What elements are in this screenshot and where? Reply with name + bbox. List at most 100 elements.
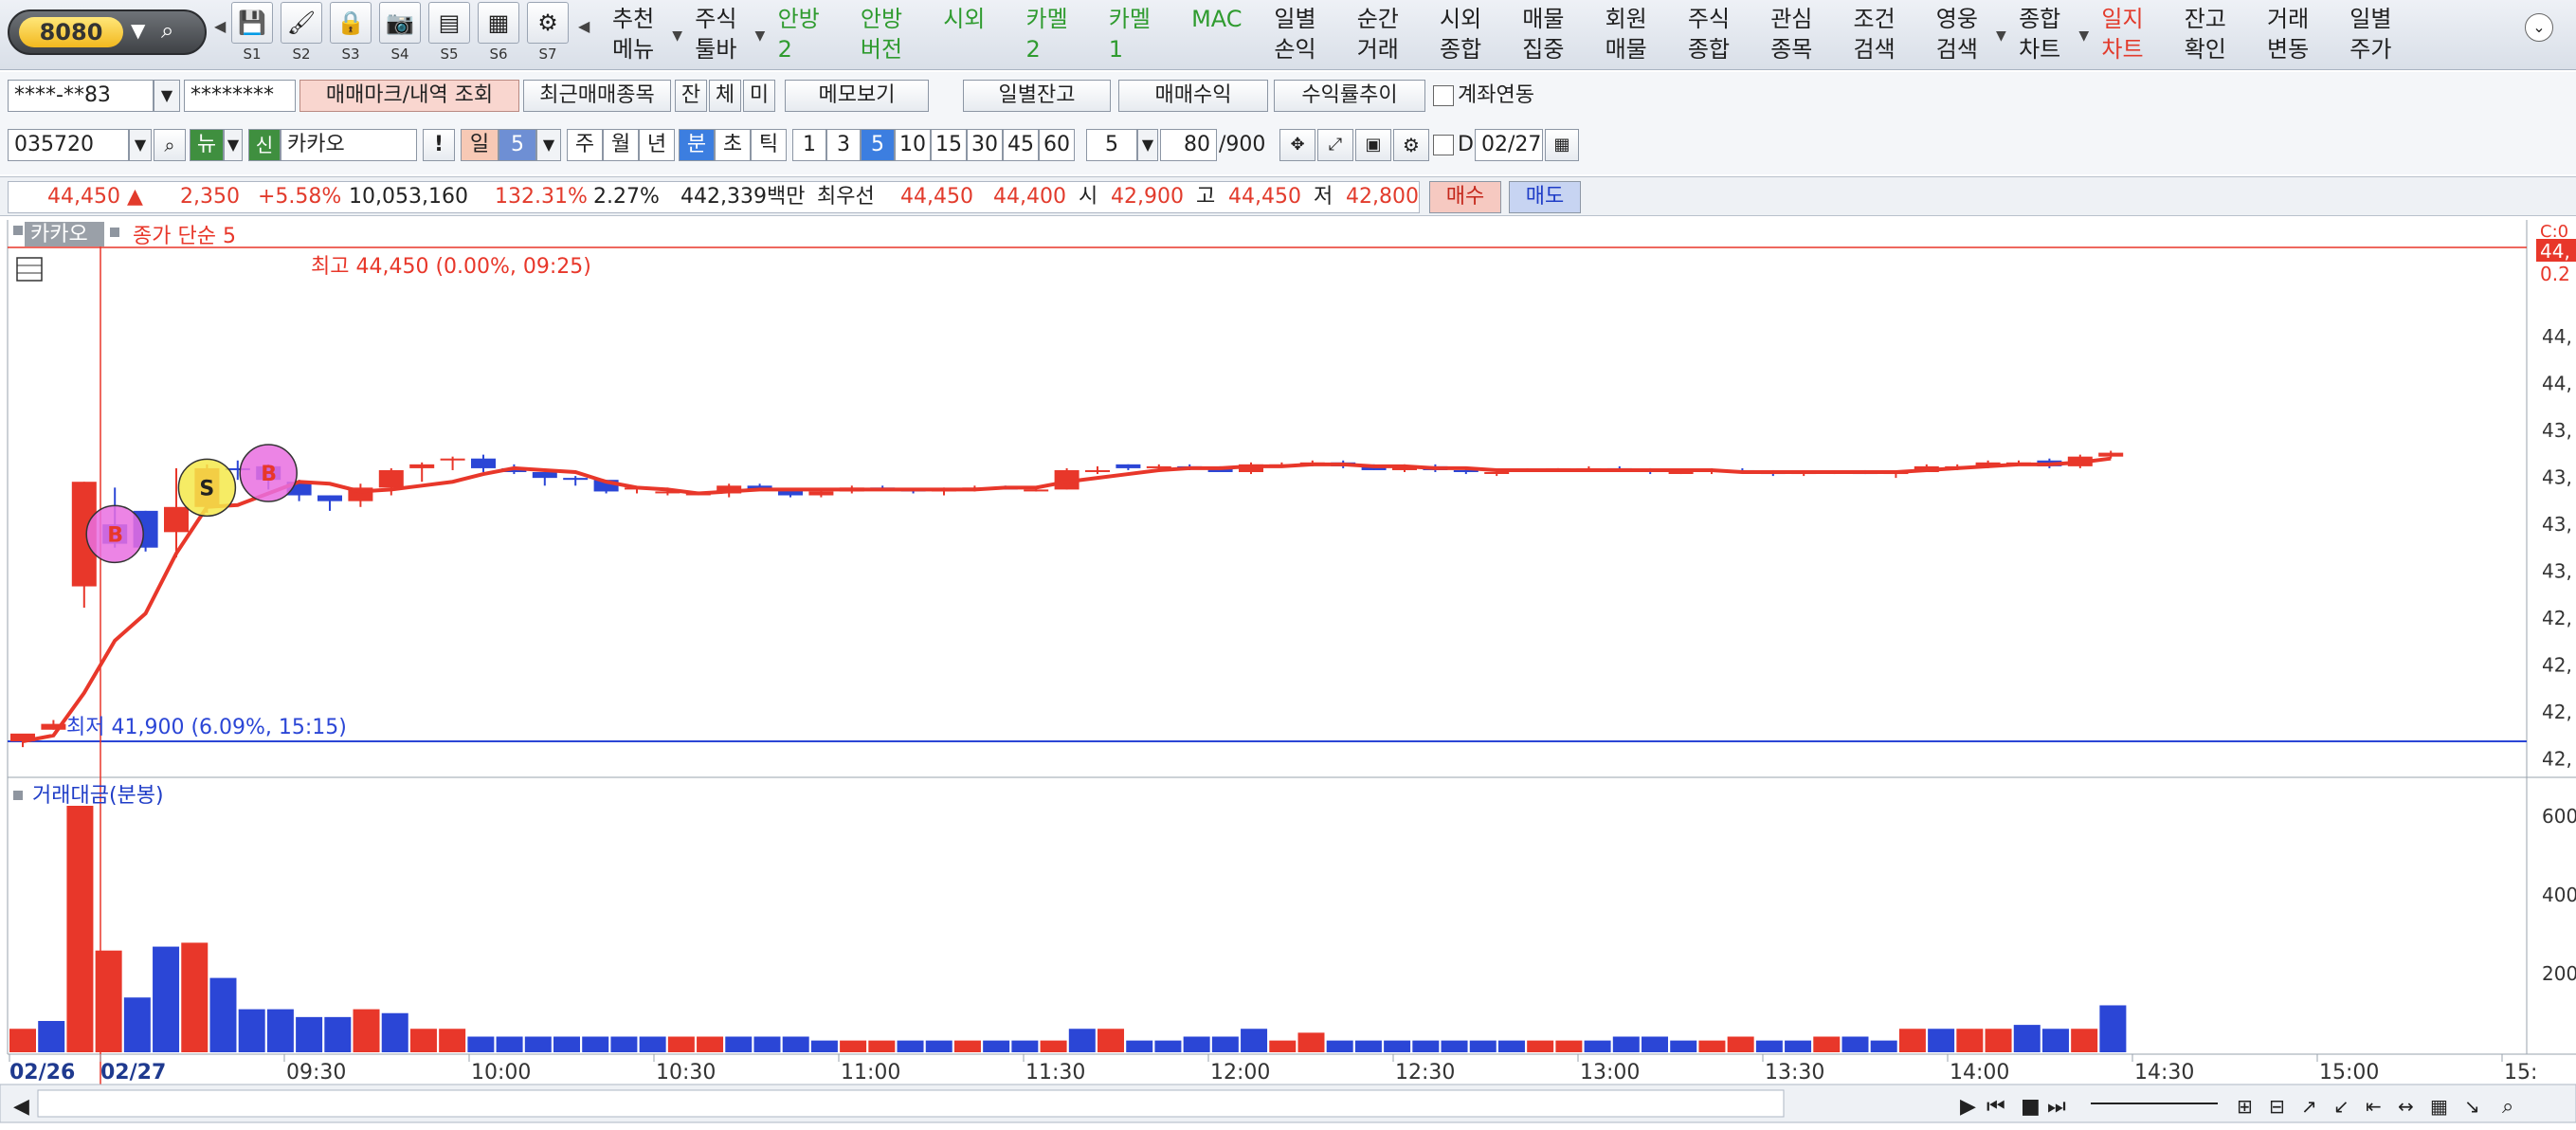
menu-item[interactable]: 잔고 확인: [2185, 0, 2259, 68]
draw-icon[interactable]: ↘: [2464, 1095, 2480, 1118]
chevron-left-icon[interactable]: ◀: [214, 17, 226, 35]
warning-icon[interactable]: !: [423, 129, 455, 161]
period-second-button[interactable]: 초: [715, 129, 751, 161]
scroll-left-icon[interactable]: ◀: [13, 1095, 29, 1119]
day-count-field[interactable]: 5: [499, 129, 536, 161]
lock-icon[interactable]: 🔒: [330, 2, 372, 44]
chevron-left-icon[interactable]: ◀: [578, 17, 590, 35]
crosshair-icon[interactable]: ✥: [1279, 129, 1315, 161]
trade-mark-button[interactable]: 매매마크/내역 조회: [299, 80, 519, 112]
menu-item[interactable]: 순간 거래: [1357, 0, 1431, 68]
period-month-button[interactable]: 월: [603, 129, 639, 161]
chart-area[interactable]: 02/26 02/27 09:30 10:00 10:30 11:00 11:30 12:00…: [0, 220, 2576, 1130]
sell-button[interactable]: 매도: [1509, 181, 1581, 213]
sell-marker[interactable]: S: [177, 458, 237, 518]
chevron-down-icon[interactable]: ⌄: [2525, 13, 2553, 42]
zoom-icon[interactable]: ⤢: [1317, 129, 1353, 161]
date-checkbox[interactable]: [1433, 135, 1454, 155]
menu-item[interactable]: 매물 집중: [1522, 0, 1596, 68]
period-year-button[interactable]: 년: [639, 129, 675, 161]
minute-option-10[interactable]: 10: [895, 129, 931, 161]
menu-item[interactable]: 관심 종목: [1770, 0, 1844, 68]
minute-option-45[interactable]: 45: [1003, 129, 1039, 161]
stock-code-input[interactable]: 035720: [8, 129, 129, 161]
stock-name-field[interactable]: 카카오: [281, 129, 417, 161]
period-day-button[interactable]: 일: [461, 129, 499, 161]
period-tick-button[interactable]: 틱: [751, 129, 787, 161]
minute-option-30[interactable]: 30: [967, 129, 1003, 161]
buy-marker[interactable]: B: [239, 444, 298, 502]
menu-item[interactable]: 조건 검색: [1854, 0, 1928, 68]
scroll-track[interactable]: [37, 1089, 1785, 1118]
menu-item[interactable]: 안방 2: [778, 0, 852, 68]
return-trend-button[interactable]: 수익률추이: [1274, 80, 1425, 112]
minute-option-3[interactable]: 3: [826, 129, 861, 161]
notepad-icon[interactable]: ▤: [428, 2, 470, 44]
menu-item[interactable]: 일별 손익: [1274, 0, 1348, 68]
minute-select[interactable]: 5: [1086, 129, 1137, 161]
balance-button[interactable]: 잔: [675, 80, 707, 112]
menu-item[interactable]: 주식 툴바 ▼: [695, 0, 769, 68]
calendar-icon[interactable]: ▦: [1545, 129, 1579, 161]
grid-icon[interactable]: ▦: [2430, 1095, 2448, 1118]
forward-icon[interactable]: ⏭: [2047, 1095, 2066, 1119]
volume-panel-handle[interactable]: [13, 791, 23, 800]
executed-button[interactable]: 체: [709, 80, 741, 112]
chevron-down-icon[interactable]: ▼: [224, 129, 243, 161]
period-minute-button[interactable]: 분: [679, 129, 715, 161]
stop-icon[interactable]: ■: [2021, 1095, 2041, 1119]
unfilled-button[interactable]: 미: [743, 80, 775, 112]
chevron-down-icon[interactable]: ▼: [1137, 129, 1158, 161]
news-badge[interactable]: 뉴: [190, 129, 224, 161]
minute-option-15[interactable]: 15: [931, 129, 967, 161]
menu-item[interactable]: 시외: [943, 0, 1017, 68]
chevron-down-icon[interactable]: ▼: [536, 129, 561, 161]
line-tool-icon[interactable]: ↙: [2333, 1095, 2349, 1118]
count-input[interactable]: 80: [1160, 129, 1217, 161]
rewind-icon[interactable]: ⏮: [1986, 1095, 2005, 1119]
chevron-down-icon[interactable]: ▼: [154, 80, 180, 112]
menu-item[interactable]: 카멜 2: [1026, 0, 1100, 68]
measure-icon[interactable]: ↔: [2398, 1095, 2414, 1118]
brush-icon[interactable]: 🖌: [281, 2, 322, 44]
save-icon[interactable]: 💾: [231, 2, 273, 44]
layout-icon[interactable]: ⊞: [2237, 1095, 2253, 1118]
panel-handle[interactable]: [13, 226, 23, 235]
minute-option-60[interactable]: 60: [1039, 129, 1075, 161]
menu-item[interactable]: 추천 메뉴 ▼: [612, 0, 686, 68]
menu-item[interactable]: 일별 주가: [2349, 0, 2423, 68]
chevron-down-icon[interactable]: ▼: [129, 129, 152, 161]
recent-trades-button[interactable]: 최근매매종목: [523, 80, 671, 112]
date-input[interactable]: 02/27: [1475, 129, 1543, 161]
menu-item[interactable]: 종합 차트 ▼: [2019, 0, 2093, 68]
menu-item[interactable]: 일지 차트: [2101, 0, 2175, 68]
password-field[interactable]: ********: [184, 80, 296, 112]
scroll-right-icon[interactable]: ▶: [1960, 1095, 1976, 1119]
menu-item[interactable]: 시외 종합: [1440, 0, 1514, 68]
account-selector[interactable]: 8080 ▼ ⌕: [8, 9, 207, 55]
menu-item[interactable]: MAC: [1191, 0, 1265, 68]
menu-item[interactable]: 회원 매물: [1605, 0, 1679, 68]
link-account-checkbox[interactable]: [1433, 85, 1454, 106]
menu-item[interactable]: 영웅 검색 ▼: [1936, 0, 2010, 68]
camera-icon[interactable]: 📷: [379, 2, 421, 44]
minute-option-1[interactable]: 1: [792, 129, 826, 161]
gear-icon[interactable]: ⚙: [1393, 129, 1429, 161]
save-icon[interactable]: ▣: [1355, 129, 1391, 161]
gear-icon[interactable]: ⚙: [527, 2, 569, 44]
search-icon[interactable]: ⌕: [161, 17, 173, 44]
account-number[interactable]: ****-**83: [8, 80, 154, 112]
split-icon[interactable]: ⊟: [2269, 1095, 2285, 1118]
grid-icon[interactable]: ▦: [478, 2, 519, 44]
search-icon[interactable]: ⌕: [2502, 1095, 2513, 1119]
arrow-tool-icon[interactable]: ↗: [2301, 1095, 2317, 1118]
menu-item[interactable]: 안방 버전: [861, 0, 934, 68]
daily-balance-button[interactable]: 일별잔고: [963, 80, 1111, 112]
period-week-button[interactable]: 주: [567, 129, 603, 161]
chevron-down-icon[interactable]: ▼: [131, 19, 145, 42]
candlestick-chart[interactable]: 02/26 02/27 09:30 10:00 10:30 11:00 11:30 12:00…: [0, 220, 2576, 1130]
buy-marker[interactable]: B: [85, 504, 144, 564]
minute-option-5[interactable]: 5: [861, 129, 895, 161]
memo-button[interactable]: 메모보기: [785, 80, 929, 112]
menu-item[interactable]: 카멜 1: [1109, 0, 1183, 68]
